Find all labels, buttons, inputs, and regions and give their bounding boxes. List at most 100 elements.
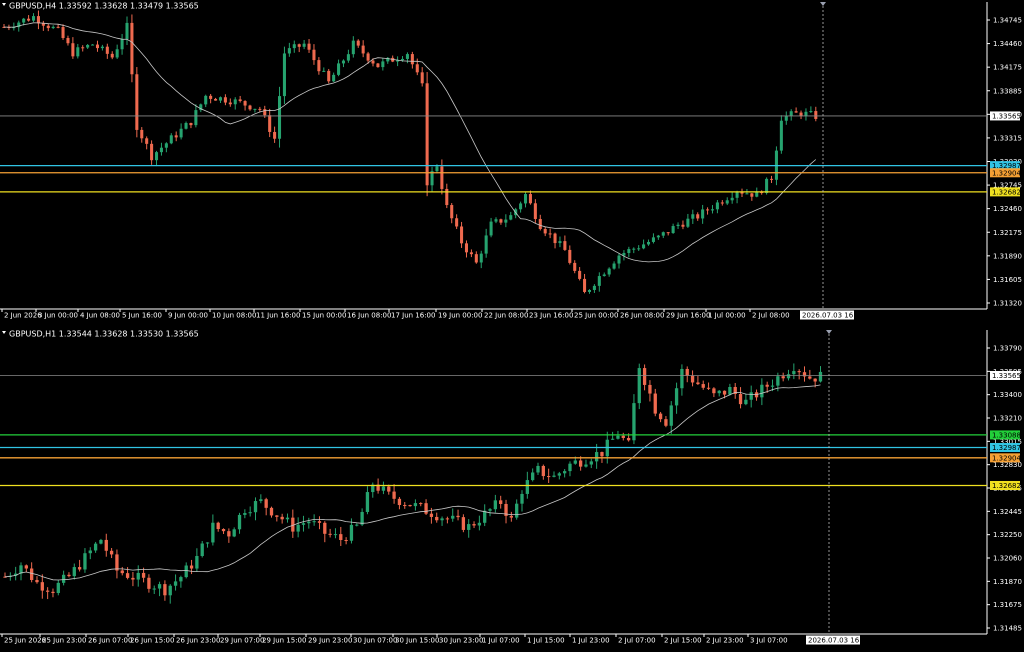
candle-body	[72, 567, 76, 577]
candle-body	[258, 108, 262, 110]
candle-body	[61, 574, 66, 583]
candle-body	[323, 522, 327, 534]
candle-body	[361, 45, 365, 54]
candle-body	[520, 493, 524, 504]
candle-body	[621, 435, 625, 439]
candle-body	[735, 192, 739, 198]
candle-body	[637, 368, 641, 404]
candle-body	[152, 588, 156, 590]
candle-body	[154, 152, 159, 161]
candle-body	[125, 573, 130, 578]
x-tick-label: 22 Jun 08:00	[484, 312, 528, 320]
h4-symbol-info: GBPUSD,H4 1.33592 1.33628 1.33479 1.3356…	[9, 2, 199, 11]
h1-chart-panel[interactable]: GBPUSD,H1 1.33544 1.33628 1.33530 1.3356…	[0, 330, 1022, 645]
candle-body	[45, 590, 50, 592]
candle-body	[115, 554, 119, 571]
x-tick-label: 2 Jul 08:00	[752, 312, 790, 320]
y-tick-label: 1.32175	[993, 229, 1022, 237]
x-tick-label: 1 Jul 15:00	[527, 637, 565, 645]
candle-body	[616, 435, 620, 439]
candle-body	[66, 37, 70, 44]
candle-body	[769, 178, 774, 180]
price-level-label: 1.32987	[992, 444, 1021, 452]
x-tick-label: 2 Jul 23:00	[706, 637, 744, 645]
x-tick-label: 29 Jun 23:00	[308, 637, 352, 645]
x-tick-label: 29 Jun 07:00	[220, 637, 264, 645]
candle-body	[36, 16, 40, 24]
price-level-label: 1.32682	[992, 188, 1021, 196]
candle-body	[456, 515, 460, 518]
candle-body	[218, 97, 223, 101]
candle-body	[696, 214, 700, 219]
x-tick-label: 30 Jun 07:00	[353, 637, 397, 645]
y-tick-label: 1.33790	[993, 345, 1022, 353]
price-level-label: 1.33088	[992, 431, 1021, 439]
cursor-time-label: 2026.07.03 16:00	[802, 312, 864, 320]
candle-body	[184, 565, 188, 578]
x-tick-label: 3 Jul 07:00	[750, 637, 788, 645]
h4-candles	[2, 10, 818, 294]
candle-body	[263, 109, 267, 116]
candle-body	[264, 499, 268, 508]
candle-body	[469, 252, 473, 255]
candle-body	[349, 524, 354, 541]
candle-body	[339, 534, 343, 541]
trading-terminal: GBPUSD,H4 1.33592 1.33628 1.33479 1.3356…	[0, 0, 1024, 652]
candle-body	[671, 226, 675, 234]
y-tick-label: 1.32830	[993, 461, 1022, 469]
x-tick-label: 30 Jun 15:00	[395, 637, 439, 645]
candle-body	[600, 452, 604, 457]
candle-body	[533, 203, 537, 219]
y-tick-label: 1.32445	[993, 508, 1022, 516]
candle-body	[612, 263, 616, 269]
candle-body	[120, 38, 124, 50]
candle-body	[282, 53, 286, 97]
candle-body	[292, 44, 296, 49]
cursor-marker-icon[interactable]	[820, 2, 826, 6]
x-tick-label: 15 Jun 00:00	[302, 312, 346, 320]
candle-body	[204, 95, 208, 105]
h1-level-lines[interactable]: 1.33565 1.33088 1.32987 1.32904 1.32682	[0, 370, 1021, 490]
x-tick-label: 3 Jun 00:00	[38, 312, 78, 320]
candle-body	[597, 276, 601, 286]
candle-body	[568, 249, 572, 263]
y-tick-label: 1.34460	[993, 40, 1022, 48]
candle-body	[360, 511, 364, 525]
x-tick-label: 26 Jun 15:00	[130, 637, 174, 645]
candle-body	[337, 63, 341, 75]
candle-body	[589, 461, 593, 465]
candle-body	[164, 143, 168, 148]
candle-body	[464, 243, 469, 253]
candle-body	[765, 384, 769, 387]
candle-body	[648, 384, 652, 394]
candle-body	[809, 111, 813, 113]
candle-body	[740, 192, 744, 194]
candle-body	[376, 63, 380, 68]
price-level-label: 1.32682	[992, 482, 1021, 490]
candle-body	[681, 224, 685, 227]
h4-chart-panel[interactable]: GBPUSD,H4 1.33592 1.33628 1.33479 1.3356…	[0, 2, 1022, 320]
candle-body	[538, 218, 542, 229]
candle-body	[515, 503, 519, 518]
candle-body	[461, 517, 466, 530]
candle-body	[583, 278, 587, 292]
h4-level-lines[interactable]: 1.335651.329871.329041.32682	[0, 111, 1021, 197]
candle-body	[674, 388, 679, 406]
candle-body	[285, 517, 290, 520]
chart-menu-icon[interactable]	[2, 331, 6, 334]
h1-time-axis: 25 Jun 202625 Jun 23:00 26 Jun 07:0026 Ju…	[1, 634, 788, 645]
candle-body	[71, 43, 75, 57]
candle-body	[410, 54, 414, 65]
candle-body	[328, 533, 332, 535]
candle-body	[451, 515, 455, 519]
candle-body	[214, 98, 218, 101]
candle-body	[269, 507, 274, 516]
candle-body	[387, 486, 391, 492]
cursor-marker-icon[interactable]	[826, 330, 832, 334]
h4-time-axis: 2 Jun 20263 Jun 00:00 4 Jun 08:00 5 Jun 16…	[1, 309, 790, 320]
candle-body	[109, 550, 114, 555]
chart-menu-icon[interactable]	[2, 3, 6, 6]
candle-body	[728, 387, 732, 395]
candle-body	[541, 465, 545, 477]
candle-body	[189, 122, 193, 126]
